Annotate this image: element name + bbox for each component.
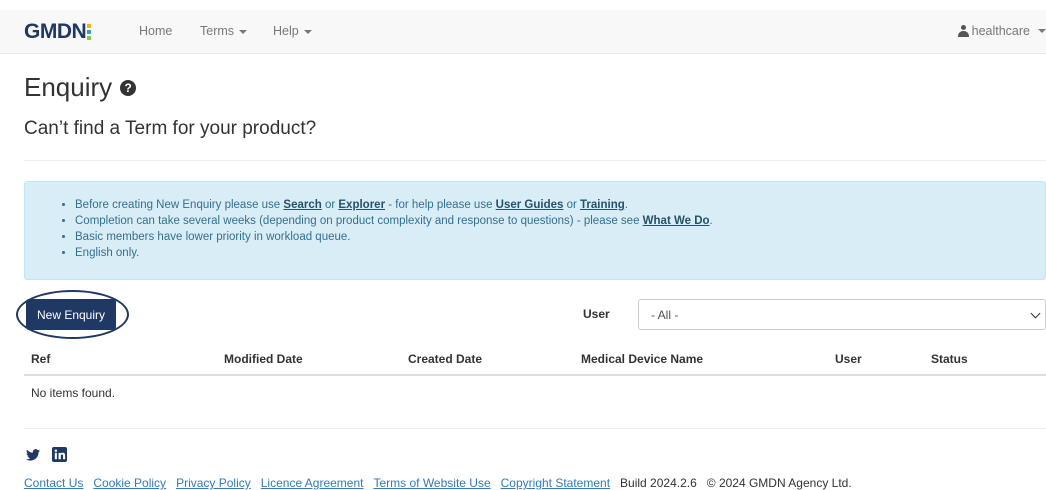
- build-version: Build 2024.2.6: [620, 476, 697, 490]
- info-item: Completion can take several weeks (depen…: [75, 213, 1045, 229]
- nav-help-label: Help: [273, 24, 299, 38]
- page-title-text: Enquiry: [24, 72, 113, 102]
- footer-link-licence-agreement[interactable]: Licence Agreement: [261, 476, 364, 490]
- what-we-do-link[interactable]: What We Do: [643, 215, 710, 227]
- info-item: Basic members have lower priority in wor…: [75, 229, 1045, 245]
- info-alert: Before creating New Enquiry please use S…: [24, 181, 1046, 280]
- training-link[interactable]: Training: [580, 199, 625, 211]
- column-header-user[interactable]: User: [835, 352, 862, 366]
- navbar: GMD N Home Terms Help healthcare: [0, 10, 1046, 54]
- info-item: English only.: [75, 245, 1045, 261]
- page-subtitle: Can’t find a Term for your product?: [24, 118, 317, 139]
- user-filter-select[interactable]: - All -: [638, 299, 1046, 330]
- user-filter-value: - All -: [651, 308, 679, 322]
- nav-terms-dropdown[interactable]: Terms: [200, 24, 248, 38]
- footer-link-copyright-statement[interactable]: Copyright Statement: [501, 476, 610, 490]
- footer-link-contact-us[interactable]: Contact Us: [24, 476, 83, 490]
- brand-text: GMD: [24, 20, 72, 43]
- question-circle-icon[interactable]: ?: [120, 79, 137, 96]
- column-header-created-date[interactable]: Created Date: [408, 352, 482, 366]
- caret-down-icon: [239, 29, 248, 34]
- column-header-status[interactable]: Status: [931, 352, 968, 366]
- copyright-text: © 2024 GMDN Agency Ltd.: [706, 476, 852, 490]
- nav-home-label: Home: [139, 24, 173, 38]
- user-guides-link[interactable]: User Guides: [496, 199, 564, 211]
- column-header-modified-date[interactable]: Modified Date: [224, 352, 303, 366]
- explorer-link[interactable]: Explorer: [338, 199, 385, 211]
- search-link[interactable]: Search: [283, 199, 321, 211]
- nav-home[interactable]: Home: [139, 24, 172, 38]
- linkedin-icon[interactable]: [52, 447, 67, 462]
- table-header-border: [24, 374, 1046, 376]
- footer-link-privacy-policy[interactable]: Privacy Policy: [176, 476, 251, 490]
- caret-down-icon: [1038, 29, 1046, 33]
- divider: [24, 160, 1046, 161]
- caret-down-icon: [303, 29, 312, 34]
- column-header-ref[interactable]: Ref: [31, 352, 50, 366]
- nav-help-dropdown[interactable]: Help: [273, 24, 312, 38]
- user-icon: [957, 25, 969, 37]
- social-links: [26, 447, 67, 462]
- brand-logo[interactable]: GMD N: [24, 20, 92, 44]
- footer-links: Contact Us Cookie Policy Privacy Policy Lic…: [24, 476, 862, 490]
- nav-user-label: healthcare: [971, 24, 1030, 38]
- logo-mark-icon: [87, 24, 92, 40]
- nav-terms-label: Terms: [200, 24, 235, 38]
- chevron-down-icon: [1030, 308, 1041, 319]
- empty-table-message: No items found.: [31, 386, 116, 400]
- column-header-medical-device-name[interactable]: Medical Device Name: [581, 352, 703, 366]
- twitter-icon[interactable]: [26, 448, 40, 461]
- page-title: Enquiry ?: [24, 72, 137, 103]
- nav-user-menu[interactable]: healthcare: [957, 24, 1046, 38]
- new-enquiry-button[interactable]: New Enquiry: [26, 299, 116, 330]
- divider: [24, 428, 1046, 429]
- info-item: Before creating New Enquiry please use S…: [75, 197, 1045, 213]
- footer-link-cookie-policy[interactable]: Cookie Policy: [93, 476, 166, 490]
- footer-link-terms-of-website-use[interactable]: Terms of Website Use: [373, 476, 490, 490]
- user-filter-label: User: [583, 307, 610, 321]
- info-list: Before creating New Enquiry please use S…: [25, 182, 1045, 261]
- brand-text-n: N: [71, 20, 87, 43]
